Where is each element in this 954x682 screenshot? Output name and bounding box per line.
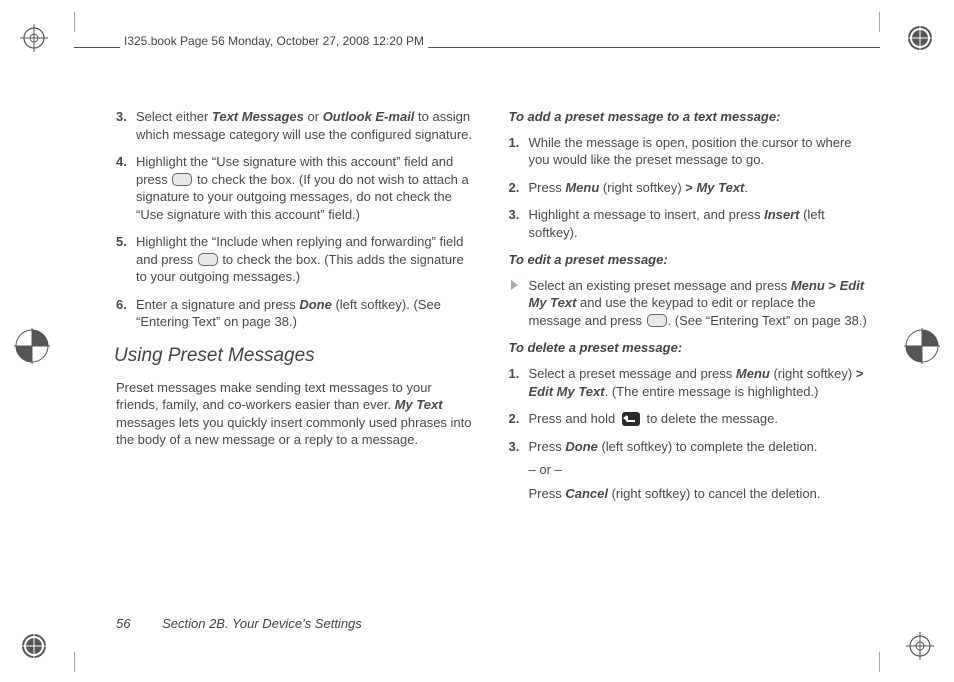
crop-bl [74,652,94,672]
gt: > [856,366,864,381]
reg-mark-bottom-left [20,632,48,660]
add-steps: 1. While the message is open, position t… [509,134,870,242]
step-6: 6. Enter a signature and press Done (lef… [116,296,477,331]
edit-step-1: Select an existing preset message and pr… [509,277,870,330]
step-number: 3. [509,206,520,224]
text: Select a preset message and press [529,366,736,381]
page-number: 56 [116,616,130,631]
term-done: Done [299,297,332,312]
text: Select either [136,109,212,124]
text: Select an existing preset message and pr… [529,278,791,293]
signature-steps: 3. Select either Text Messages or Outloo… [116,108,477,331]
text: or [304,109,323,124]
term-menu: Menu [565,180,599,195]
text: Press [529,439,566,454]
triangle-bullet-icon [511,280,518,290]
del-step-1: 1. Select a preset message and press Men… [509,365,870,400]
del-step-3-alt: Press Cancel (right softkey) to cancel t… [529,485,870,503]
term-insert: Insert [764,207,799,222]
term-cancel: Cancel [565,486,608,501]
step-number: 3. [509,438,520,456]
text: Enter a signature and press [136,297,299,312]
edit-steps: Select an existing preset message and pr… [509,277,870,330]
step-number: 2. [509,179,520,197]
crop-tl [74,12,94,32]
del-step-3: 3. Press Done (left softkey) to complete… [509,438,870,503]
step-number: 6. [116,296,127,314]
step-number: 3. [116,108,127,126]
term-menu: Menu [791,278,825,293]
ok-key-icon [172,173,192,186]
ok-key-icon [647,314,667,327]
text: to delete the message. [643,411,778,426]
or-separator: – or – [529,461,870,479]
text: (right softkey) [599,180,685,195]
term-menu: Menu [736,366,770,381]
add-step-2: 2. Press Menu (right softkey) > My Text. [509,179,870,197]
step-number: 5. [116,233,127,251]
term-edit-my-text: Edit My Text [529,384,605,399]
crop-tr [860,12,880,32]
page-body: 3. Select either Text Messages or Outloo… [116,108,869,612]
footer: 56 Section 2B. Your Device’s Settings [116,616,362,631]
term-my-text: My Text [395,397,443,412]
lead-add: To add a preset message to a text messag… [509,108,870,126]
step-number: 2. [509,410,520,428]
text: (right softkey) to cancel the deletion. [608,486,820,501]
text: While the message is open, position the … [529,135,852,168]
reg-mark-top-left [20,24,48,52]
term-text-messages: Text Messages [212,109,304,124]
reg-mark-right [904,328,940,364]
preset-intro: Preset messages make sending text messag… [116,379,477,449]
header-text: I325.book Page 56 Monday, October 27, 20… [120,32,428,50]
step-4: 4. Highlight the “Use signature with thi… [116,153,477,223]
step-number: 4. [116,153,127,171]
text: . (See “Entering Text” on page 38.) [668,313,867,328]
heading-preset-messages: Using Preset Messages [114,343,477,369]
add-step-3: 3. Highlight a message to insert, and pr… [509,206,870,241]
gt: > [828,278,836,293]
text: . [744,180,748,195]
text: . (The entire message is highlighted.) [605,384,819,399]
text: Preset messages make sending text messag… [116,380,432,413]
left-column: 3. Select either Text Messages or Outloo… [116,108,477,612]
text: (right softkey) [770,366,856,381]
step-3: 3. Select either Text Messages or Outloo… [116,108,477,143]
reg-mark-top-right [906,24,934,52]
step-number: 1. [509,365,520,383]
reg-mark-bottom-right [906,632,934,660]
section-title: Section 2B. Your Device’s Settings [162,616,362,631]
text: Highlight a message to insert, and press [529,207,765,222]
text: Press and hold [529,411,619,426]
text: Press [529,486,566,501]
text: (left softkey) to complete the deletion. [598,439,818,454]
gt: > [685,180,693,195]
term-my-text: My Text [693,180,745,195]
crop-br [860,652,880,672]
del-step-2: 2. Press and hold to delete the message. [509,410,870,428]
term-done: Done [565,439,598,454]
text: messages lets you quickly insert commonl… [116,415,472,448]
reg-mark-left [14,328,50,364]
lead-delete: To delete a preset message: [509,339,870,357]
step-number: 1. [509,134,520,152]
step-5: 5. Highlight the “Include when replying … [116,233,477,286]
add-step-1: 1. While the message is open, position t… [509,134,870,169]
back-key-icon [622,412,640,426]
lead-edit: To edit a preset message: [509,251,870,269]
right-column: To add a preset message to a text messag… [509,108,870,612]
term-outlook-email: Outlook E-mail [323,109,415,124]
ok-key-icon [198,253,218,266]
text: Press [529,180,566,195]
delete-steps: 1. Select a preset message and press Men… [509,365,870,502]
